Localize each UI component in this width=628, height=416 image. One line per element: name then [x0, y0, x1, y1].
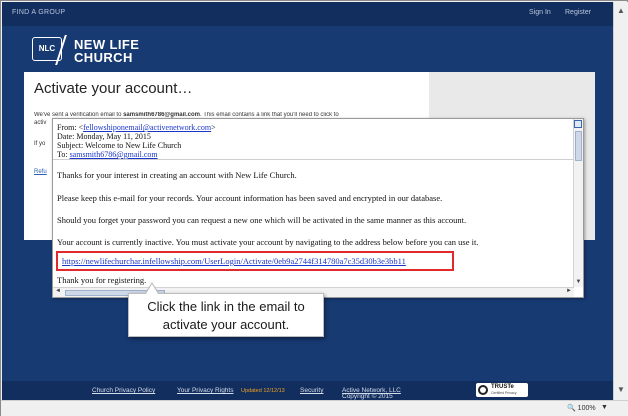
- email-paragraph-5: Thank you for registering.: [57, 275, 147, 285]
- scroll-up-icon[interactable]: ▲: [617, 6, 625, 15]
- church-privacy-policy-link[interactable]: Church Privacy Policy: [92, 387, 155, 394]
- email-header: From: <fellowshiponemail@activenetwork.c…: [57, 123, 216, 159]
- browser-window: FIND A GROUP Sign In Register NLC NEW LI…: [0, 0, 628, 416]
- to-address-link[interactable]: samsmith6786@gmail.com: [70, 150, 158, 159]
- instruction-callout: Click the link in the email to activate …: [128, 282, 324, 337]
- security-link[interactable]: Security: [300, 387, 323, 394]
- zoom-dropdown-icon[interactable]: ▼: [601, 404, 608, 411]
- truste-badge[interactable]: TRUSTe Certified Privacy: [476, 383, 528, 397]
- email-paragraph-4: Your account is currently inactive. You …: [57, 237, 479, 247]
- your-privacy-rights-link[interactable]: Your Privacy Rights: [177, 387, 233, 394]
- email-vertical-scrollbar[interactable]: ▼: [573, 119, 583, 287]
- email-scroll-left-icon[interactable]: ◄: [55, 288, 61, 294]
- header-divider: [53, 159, 574, 160]
- page-footer: Church Privacy Policy Your Privacy Right…: [2, 381, 613, 400]
- document-icon: [574, 120, 582, 128]
- email-paragraph-3: Should you forget your password you can …: [57, 215, 467, 225]
- to-label: To:: [57, 150, 70, 159]
- copyright-prefix: Copyright © 2015: [342, 393, 393, 400]
- from-address-link[interactable]: fellowshiponemail@activenetwork.com: [83, 123, 211, 132]
- email-paragraph-2: Please keep this e-mail for your records…: [57, 193, 443, 203]
- sign-in-link[interactable]: Sign In: [529, 9, 551, 16]
- email-date: Date: Monday, May 11, 2015: [57, 132, 151, 141]
- email-paragraph-1: Thanks for your interest in creating an …: [57, 170, 297, 180]
- activation-link[interactable]: https://newlifechurchar.infellowship.com…: [62, 256, 406, 266]
- activation-link-highlight: https://newlifechurchar.infellowship.com…: [56, 251, 454, 271]
- find-a-group-link[interactable]: FIND A GROUP: [12, 9, 65, 16]
- browser-vertical-scrollbar[interactable]: ▲ ▼: [613, 2, 628, 400]
- callout-line-2: activate your account.: [162, 317, 290, 332]
- email-scroll-down-icon[interactable]: ▼: [574, 278, 583, 287]
- page-title: Activate your account…: [34, 80, 193, 97]
- from-label: From: <: [57, 123, 84, 132]
- callout-line-1: Click the link in the email to: [147, 299, 305, 314]
- zoom-value: 100%: [577, 405, 596, 412]
- email-from: From: <fellowshiponemail@activenetwork.c…: [57, 123, 216, 132]
- email-to: To: samsmith6786@gmail.com: [57, 150, 216, 159]
- email-scroll-right-icon[interactable]: ►: [566, 288, 572, 294]
- browser-status-bar: 🔍 100% ▼: [1, 400, 628, 416]
- email-subject: Subject: Welcome to New Life Church: [57, 141, 182, 150]
- zoom-level[interactable]: 🔍 100%: [567, 404, 596, 412]
- copyright-text: Copyright © 2015 Active Network, LLC: [342, 387, 401, 400]
- callout-tail: [146, 284, 158, 294]
- partial-text-activ: activ: [34, 120, 47, 126]
- register-link[interactable]: Register: [565, 9, 591, 16]
- truste-logo-icon: [478, 385, 488, 395]
- email-preview-window: From: <fellowshiponemail@activenetwork.c…: [52, 118, 584, 298]
- partial-link-refu[interactable]: Refu: [34, 169, 47, 175]
- truste-label: TRUSTe: [491, 384, 514, 390]
- from-end: >: [211, 123, 216, 132]
- scroll-down-icon[interactable]: ▼: [617, 385, 625, 394]
- email-vscroll-thumb[interactable]: [575, 131, 582, 161]
- logo-line-2: CHURCH: [74, 50, 133, 65]
- updated-date: Updated 12/12/13: [241, 388, 285, 394]
- partial-text-if-yo: If yo: [34, 141, 46, 147]
- page-viewport: FIND A GROUP Sign In Register NLC NEW LI…: [2, 2, 613, 400]
- truste-sublabel: Certified Privacy: [491, 391, 517, 395]
- top-navigation-bar: FIND A GROUP Sign In Register: [2, 2, 613, 26]
